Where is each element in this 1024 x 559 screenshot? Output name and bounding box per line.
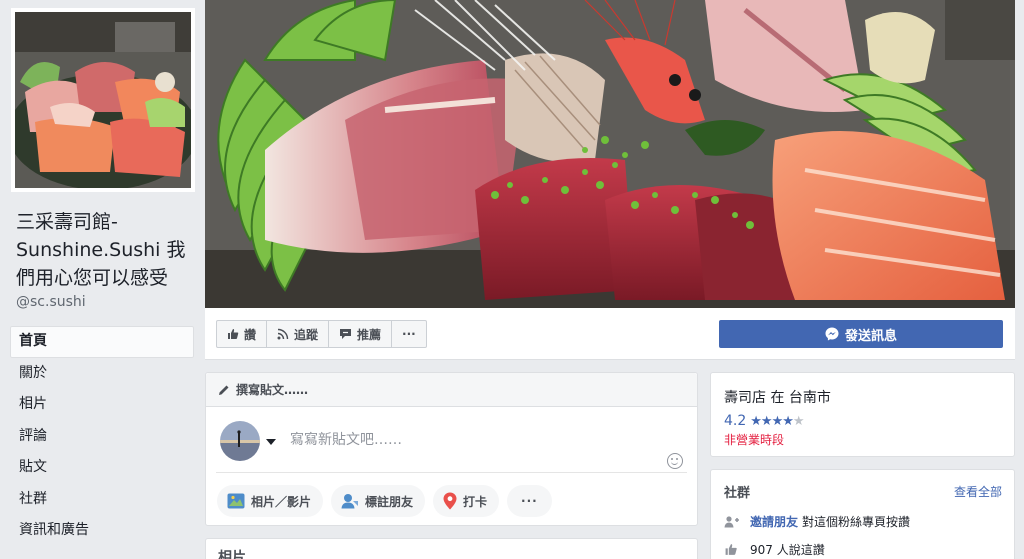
follow-button[interactable]: 追蹤 — [267, 321, 330, 347]
post-composer: 撰寫貼文…… 寫寫新貼文吧…… 相片／影片 標註朋友 打卡 ··· — [205, 372, 698, 526]
likes-count-row: 907 人說這讚 — [724, 541, 825, 558]
photo-icon — [227, 493, 245, 509]
page-name[interactable]: 三采壽司館-Sunshine.Sushi 我們用心您可以感受 — [16, 208, 196, 292]
page-action-bar: 讚 追蹤 推薦 ··· 發送訊息 — [205, 308, 1015, 360]
cover-photo-image — [205, 0, 1015, 308]
recommend-icon — [339, 328, 352, 340]
photos-section-title[interactable]: 相片 — [218, 547, 246, 559]
nav-item-reviews[interactable]: 評論 — [10, 421, 194, 453]
see-all-link[interactable]: 查看全部 — [954, 483, 1002, 500]
community-card: 社群 查看全部 邀請朋友 對這個粉絲專頁按讚 907 人說這讚 — [710, 469, 1015, 559]
composer-more-button[interactable]: ··· — [507, 485, 552, 517]
page-action-buttons: 讚 追蹤 推薦 ··· — [216, 320, 427, 348]
star-icon: ★ — [760, 413, 773, 429]
profile-picture[interactable] — [11, 8, 195, 192]
photo-video-label: 相片／影片 — [251, 494, 312, 509]
page-info-card: 壽司店 在 台南市 4.2 ★★★★★ 非營業時段 — [710, 372, 1015, 457]
rss-icon — [277, 328, 289, 340]
messenger-icon — [825, 327, 839, 341]
page-category[interactable]: 壽司店 在 台南市 — [724, 387, 831, 407]
nav-item-home[interactable]: 首頁 — [10, 326, 194, 358]
check-in-button[interactable]: 打卡 — [433, 485, 500, 517]
community-title: 社群 — [724, 486, 751, 501]
rating-row[interactable]: 4.2 ★★★★★ — [724, 413, 805, 429]
likes-count-text: 907 人說這讚 — [750, 543, 825, 557]
composer-actions: 相片／影片 標註朋友 打卡 ··· — [217, 485, 552, 517]
location-pin-icon — [443, 492, 457, 510]
check-in-label: 打卡 — [463, 494, 488, 509]
pencil-icon — [218, 384, 230, 396]
follow-button-label: 追蹤 — [294, 327, 319, 342]
photos-section-card: 相片 — [205, 538, 698, 559]
tag-friend-icon — [341, 493, 359, 509]
photo-video-button[interactable]: 相片／影片 — [217, 485, 324, 517]
composer-body: 寫寫新貼文吧…… — [216, 407, 687, 473]
invite-friends-text: 對這個粉絲專頁按讚 — [802, 515, 911, 529]
invite-friends-link[interactable]: 邀請朋友 — [750, 513, 798, 530]
left-column: 三采壽司館-Sunshine.Sushi 我們用心您可以感受 @sc.sushi… — [0, 0, 204, 559]
invite-friends-row: 邀請朋友 對這個粉絲專頁按讚 — [724, 513, 910, 530]
send-message-label: 發送訊息 — [844, 328, 897, 344]
nav-item-about[interactable]: 關於 — [10, 358, 194, 390]
recommend-button[interactable]: 推薦 — [329, 321, 393, 347]
business-hours-status: 非營業時段 — [724, 433, 785, 447]
recommend-button-label: 推薦 — [357, 327, 382, 342]
tag-friends-label: 標註朋友 — [365, 494, 414, 509]
cover-photo[interactable] — [205, 0, 1015, 308]
like-icon — [227, 328, 239, 340]
rating-value: 4.2 — [724, 413, 747, 429]
avatar[interactable] — [220, 421, 260, 461]
tag-friends-button[interactable]: 標註朋友 — [331, 485, 426, 517]
star-empty-icon: ★ — [792, 413, 805, 429]
nav-item-photos[interactable]: 相片 — [10, 389, 194, 421]
send-message-button[interactable]: 發送訊息 — [719, 320, 1003, 348]
star-icon: ★ — [750, 413, 762, 429]
nav-item-posts[interactable]: 貼文 — [10, 452, 194, 484]
more-actions-button[interactable]: ··· — [392, 321, 426, 347]
like-button-label: 讚 — [244, 327, 257, 342]
invite-icon — [724, 515, 740, 528]
composer-header-label: 撰寫貼文…… — [236, 383, 309, 397]
composer-header[interactable]: 撰寫貼文…… — [206, 373, 697, 407]
star-rating: ★★★★★ — [750, 413, 805, 429]
page-nav: 首頁 關於 相片 評論 貼文 社群 資訊和廣告 — [10, 326, 194, 547]
emoji-icon[interactable] — [667, 453, 683, 469]
nav-item-community[interactable]: 社群 — [10, 484, 194, 516]
profile-picture-image — [15, 12, 191, 188]
thumb-icon — [724, 543, 740, 556]
chevron-down-icon[interactable] — [266, 439, 276, 445]
composer-input[interactable]: 寫寫新貼文吧…… — [290, 429, 402, 449]
star-icon: ★ — [782, 413, 794, 429]
star-icon: ★ — [771, 413, 784, 429]
nav-item-info-ads[interactable]: 資訊和廣告 — [10, 515, 194, 547]
like-button[interactable]: 讚 — [217, 321, 268, 347]
page-handle[interactable]: @sc.sushi — [16, 294, 86, 310]
